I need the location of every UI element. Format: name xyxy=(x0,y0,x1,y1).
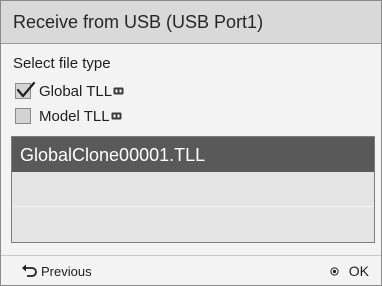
ok-dot-icon xyxy=(330,266,339,276)
footer-divider xyxy=(1,255,381,256)
checkbox-global-tll[interactable]: Global TLL xyxy=(15,81,124,100)
checkbox-label: Global TLL xyxy=(39,82,113,100)
ok-label: OK xyxy=(348,263,369,279)
list-item[interactable] xyxy=(12,172,374,207)
previous-label: Previous xyxy=(41,263,92,279)
list-item[interactable] xyxy=(12,207,374,242)
return-arrow-icon xyxy=(22,264,37,277)
previous-button[interactable]: Previous xyxy=(21,262,92,280)
title-bar: Receive from USB (USB Port1) xyxy=(1,1,381,44)
usb-icon xyxy=(113,87,124,95)
checkmark-icon xyxy=(16,81,36,98)
ok-button[interactable]: OK xyxy=(330,262,369,280)
list-item-label: GlobalClone00001.TLL xyxy=(20,145,206,165)
list-item[interactable]: GlobalClone00001.TLL xyxy=(12,137,374,172)
file-list[interactable]: GlobalClone00001.TLL xyxy=(11,136,375,243)
section-label: Select file type xyxy=(13,55,111,72)
checkbox-label: Model TLL xyxy=(39,107,110,125)
receive-usb-dialog: Receive from USB (USB Port1) Select file… xyxy=(0,0,382,286)
dialog-title: Receive from USB (USB Port1) xyxy=(13,12,264,32)
usb-icon xyxy=(111,112,122,120)
checkbox-model-tll[interactable]: Model TLL xyxy=(15,107,122,125)
checkbox-box[interactable] xyxy=(15,108,31,124)
checkbox-box[interactable] xyxy=(15,81,36,99)
